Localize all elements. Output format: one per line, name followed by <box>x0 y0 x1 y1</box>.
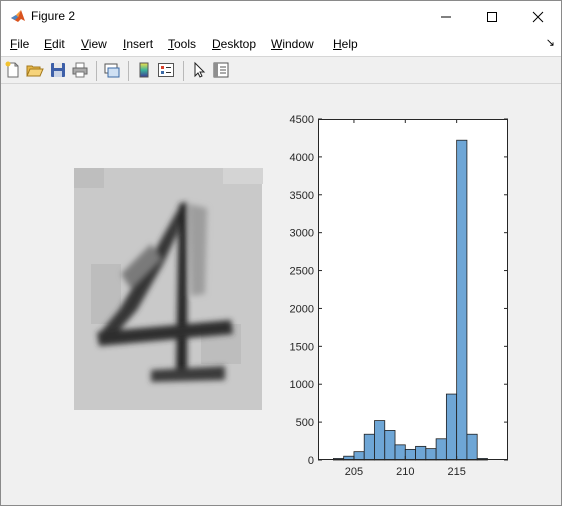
y-tick-label: 1500 <box>290 341 314 353</box>
menu-tools[interactable]: Tools <box>168 37 196 51</box>
maximize-button[interactable] <box>469 1 515 32</box>
toolbar-separator <box>128 61 129 81</box>
menu-window[interactable]: Window <box>271 37 314 51</box>
pointer-icon[interactable] <box>190 61 208 79</box>
x-tick-label: 210 <box>396 466 414 478</box>
histogram-bar <box>363 433 375 461</box>
digit-image <box>74 168 263 410</box>
maximize-icon <box>487 12 497 22</box>
y-tick-label: 2500 <box>290 266 314 278</box>
histogram-bar <box>425 448 437 461</box>
link-icon[interactable] <box>103 61 121 79</box>
y-tick-label: 4000 <box>290 152 314 164</box>
histogram-bar <box>353 451 365 461</box>
menu-desktop[interactable]: Desktop <box>212 37 256 51</box>
histogram-axes: 0 500 1000 1500 2000 2500 3000 3500 4000 4500 205 2… <box>290 114 508 478</box>
figure-canvas[interactable]: 0 500 1000 1500 2000 2500 3000 3500 4000 4500 205 2… <box>1 84 561 505</box>
histogram-bar <box>466 433 478 461</box>
histogram-bar <box>384 430 396 461</box>
histogram-bar <box>394 444 406 461</box>
menu-bar: File Edit View Insert Tools Desktop Wind… <box>1 32 561 56</box>
figure-toolbar <box>1 56 561 84</box>
toolbar-separator <box>183 61 184 81</box>
legend-icon[interactable] <box>157 61 175 79</box>
figure-window: Figure 2 File Edit View Insert Tools Des… <box>0 0 562 506</box>
histogram-bar <box>374 420 386 461</box>
histogram-bar <box>435 438 447 461</box>
dock-arrow-icon[interactable]: ↘ <box>546 36 555 49</box>
y-tick-label: 3000 <box>290 228 314 240</box>
new-figure-icon[interactable] <box>4 61 22 79</box>
x-tick-label: 205 <box>345 466 363 478</box>
title-bar: Figure 2 <box>1 1 561 32</box>
y-tick-label: 2000 <box>290 303 314 315</box>
plot-area <box>318 119 508 460</box>
y-tick-label: 3500 <box>290 190 314 202</box>
y-tick-label: 500 <box>296 417 314 429</box>
menu-file[interactable]: File <box>10 37 29 51</box>
menu-view[interactable]: View <box>81 37 107 51</box>
print-icon[interactable] <box>71 61 89 79</box>
y-tick-label: 1000 <box>290 379 314 391</box>
histogram-bar <box>445 393 458 461</box>
minimize-button[interactable] <box>423 1 469 32</box>
matlab-logo-icon <box>11 10 25 22</box>
close-icon <box>532 11 544 23</box>
histogram-bar <box>415 445 427 461</box>
menu-insert[interactable]: Insert <box>123 37 153 51</box>
menu-edit[interactable]: Edit <box>44 37 65 51</box>
property-inspector-icon[interactable] <box>212 61 230 79</box>
histogram-bar <box>456 139 468 461</box>
histogram-bar <box>404 448 416 461</box>
y-tick-label: 0 <box>308 455 314 467</box>
menu-help[interactable]: Help <box>333 37 358 51</box>
minimize-icon <box>441 16 451 18</box>
window-title: Figure 2 <box>31 9 76 23</box>
x-tick-label: 215 <box>447 466 465 478</box>
colorbar-icon[interactable] <box>135 61 153 79</box>
save-icon[interactable] <box>49 61 67 79</box>
close-button[interactable] <box>515 1 561 32</box>
open-file-icon[interactable] <box>26 61 44 79</box>
y-tick-label: 4500 <box>290 114 314 126</box>
toolbar-separator <box>96 61 97 81</box>
